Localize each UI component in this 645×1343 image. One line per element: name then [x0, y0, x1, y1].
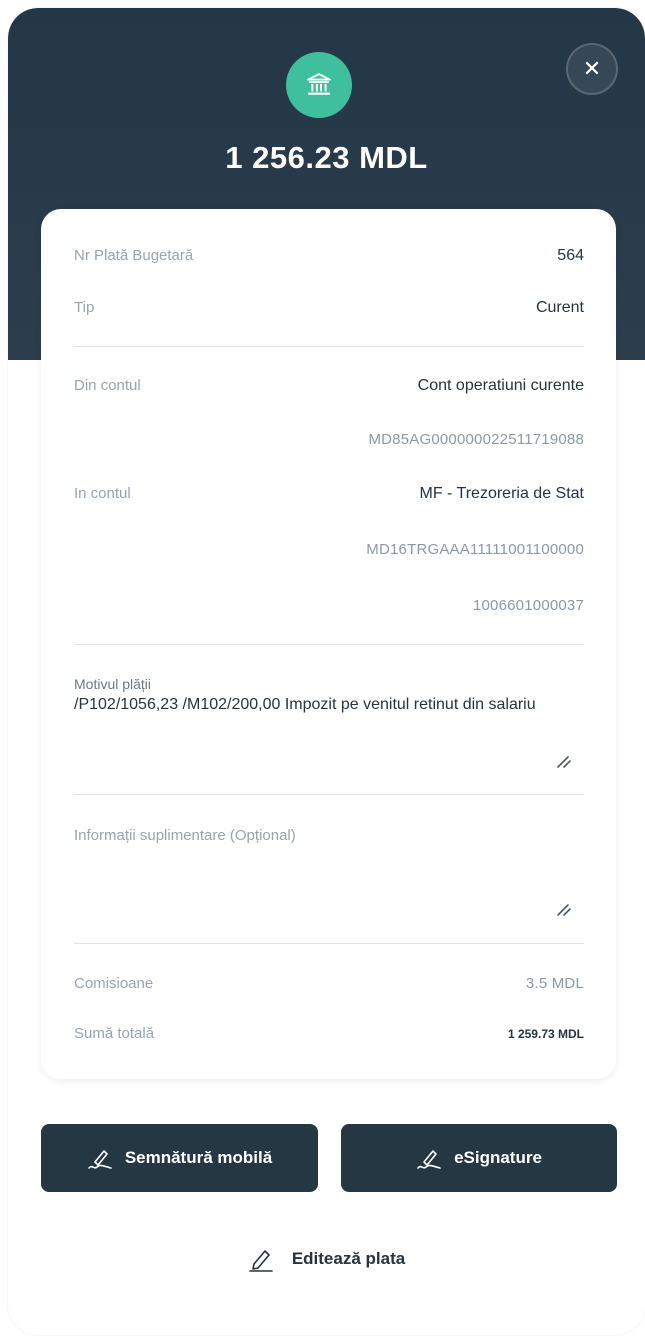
close-button[interactable]: ✕: [566, 43, 618, 95]
signature-pen-icon: [417, 1150, 441, 1169]
motiv-label: Motivul plății: [74, 676, 152, 692]
edit-payment-link[interactable]: Editează plata: [8, 1246, 645, 1272]
pencil-icon: [249, 1250, 273, 1272]
in-contul-iban: MD16TRGAAA11111001100000: [366, 541, 584, 558]
comisioane-row: Comisioane 3.5 MDL: [74, 975, 584, 992]
in-contul-row: In contul MF - Trezoreria de Stat: [74, 485, 584, 503]
payment-details-card: Nr Plată Bugetară 564 Tip Curent Din con…: [41, 209, 616, 1079]
close-icon: ✕: [582, 56, 602, 81]
in-contul-name: MF - Trezoreria de Stat: [419, 485, 585, 502]
suma-totala-label: Sumă totală: [74, 1025, 155, 1042]
in-contul-code: 1006601000037: [472, 597, 584, 614]
edit-motiv-icon[interactable]: [555, 752, 573, 770]
payment-modal: ✕ 1 256.23 MDL Nr Plată Bugetară 564 Tip…: [8, 8, 645, 1335]
edit-payment-label: Editează plata: [291, 1249, 406, 1268]
din-contul-row: Din contul Cont operatiuni curente: [74, 377, 584, 395]
divider: [74, 943, 584, 944]
divider: [74, 346, 584, 347]
in-contul-label: In contul: [74, 485, 131, 502]
edit-info-icon[interactable]: [555, 900, 573, 918]
tip-value: Curent: [535, 299, 584, 316]
payment-amount: 1 256.23 MDL: [225, 140, 428, 175]
tip-row: Tip Curent: [74, 299, 584, 317]
nr-plata-value: 564: [557, 247, 584, 264]
bank-badge: [286, 52, 352, 118]
esignature-label: eSignature: [454, 1148, 542, 1167]
esignature-button[interactable]: eSignature: [341, 1124, 617, 1192]
signature-pen-icon: [88, 1150, 112, 1169]
suma-totala-row: Sumă totală 1 259.73 MDL: [74, 1025, 584, 1042]
nr-plata-label: Nr Plată Bugetară: [74, 247, 194, 264]
motiv-text: /P102/1056,23 /M102/200,00 Impozit pe ve…: [74, 696, 536, 713]
divider: [74, 794, 584, 795]
info-suplimentare-field[interactable]: Informații suplimentare (Opțional): [74, 827, 296, 844]
nr-plata-row: Nr Plată Bugetară 564: [74, 247, 584, 265]
mobile-signature-button[interactable]: Semnătură mobilă: [41, 1124, 318, 1192]
din-contul-iban: MD85AG000000022511719088: [368, 431, 584, 448]
din-contul-label: Din contul: [74, 377, 141, 394]
suma-totala-value: 1 259.73 MDL: [507, 1027, 584, 1041]
divider: [74, 644, 584, 645]
bank-building-icon: [307, 73, 331, 95]
comisioane-value: 3.5 MDL: [525, 975, 584, 992]
tip-label: Tip: [74, 299, 95, 316]
comisioane-label: Comisioane: [74, 975, 154, 992]
din-contul-name: Cont operatiuni curente: [417, 377, 584, 394]
mobile-signature-label: Semnătură mobilă: [124, 1148, 273, 1167]
